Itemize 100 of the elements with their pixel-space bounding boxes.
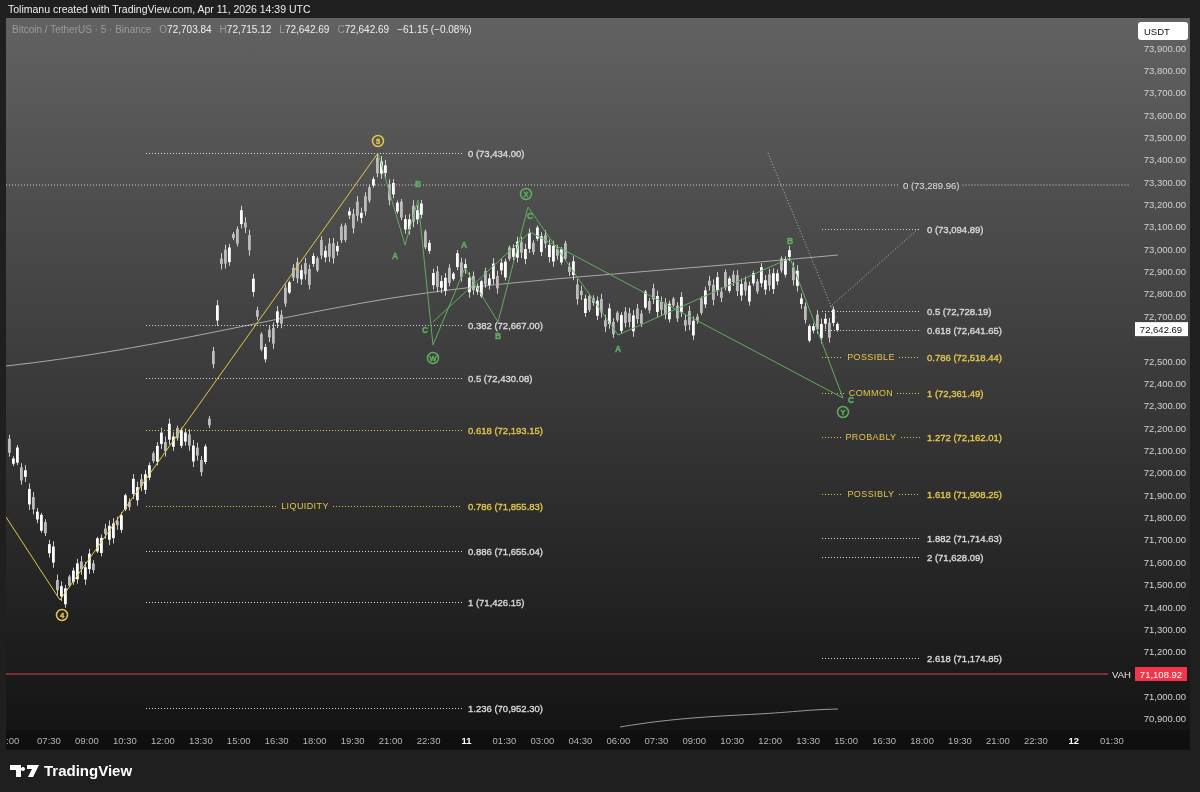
fib-level-label: 0.382 (72,667.00) <box>468 319 543 331</box>
fib-level-line <box>821 494 844 495</box>
price-tick: 71,500.00 <box>1143 579 1186 591</box>
time-label: 11 <box>461 734 472 746</box>
time-label: 09:00 <box>75 734 99 746</box>
last-price-tag: 72,642.69 <box>1135 322 1188 337</box>
fib-level-label: 1.882 (71,714.63) <box>927 532 1002 544</box>
fib-level-label: 0.786 (71,855.83) <box>468 500 543 512</box>
price-tick: 72,100.00 <box>1143 445 1186 456</box>
time-label: 01:30 <box>492 734 517 746</box>
fib-level-line <box>898 357 921 358</box>
attribution-text: Tolimanu created with TradingView.com, Apr 11, 2026 14:39 UTC <box>7 2 312 17</box>
vah-price-tag: 71,108.92 <box>1135 667 1187 681</box>
time-label: 21:00 <box>986 734 1010 746</box>
price-tick: 73,800.00 <box>1143 64 1186 76</box>
ohlc-key: O <box>159 23 168 37</box>
price-tick: 73,000.00 <box>1143 243 1186 255</box>
time-label: 10:30 <box>113 734 137 746</box>
time-label: 01:30 <box>1099 734 1124 746</box>
vah-label: VAH <box>1112 668 1131 680</box>
price-tick: 73,700.00 <box>1143 87 1186 99</box>
price-tick: 72,900.00 <box>1143 266 1186 278</box>
price-tick: 71,200.00 <box>1143 646 1186 658</box>
time-label: 09:00 <box>682 734 707 746</box>
price-tick: 71,600.00 <box>1143 556 1186 568</box>
time-label: 12 <box>1068 734 1080 746</box>
ohlc-value: 72,703.84 <box>167 23 212 37</box>
wave-label: A <box>391 251 399 261</box>
price-tick: 72,700.00 <box>1143 310 1186 322</box>
price-tick: 72,300.00 <box>1143 400 1186 412</box>
time-label: 18:00 <box>302 734 327 746</box>
ohlc-key: C <box>337 23 345 37</box>
fib-level-label: 1.618 (71,908.25) <box>927 488 1002 500</box>
price-tick: 70,900.00 <box>1143 713 1186 725</box>
fib-level-label: 0 (73,434.00) <box>468 147 525 159</box>
price-tick: 71,000.00 <box>1143 690 1186 702</box>
time-label: 04:30 <box>568 734 593 746</box>
time-label: 19:30 <box>340 734 365 746</box>
level-tag: POSSIBLY <box>847 489 895 499</box>
time-label: 22:30 <box>416 734 441 746</box>
fib-level-line <box>898 494 921 495</box>
time-label: 06:00 <box>606 734 631 746</box>
time-label: 10:30 <box>720 734 745 746</box>
fib-level-line <box>821 393 846 394</box>
logo-icon <box>10 764 40 778</box>
change-value: −61.15 (−0.08%) <box>397 23 472 37</box>
level-tag: PROBABLY <box>845 432 897 442</box>
fib-level-label: 0.5 (72,728.19) <box>927 305 992 317</box>
price-tick: 71,300.00 <box>1143 623 1186 635</box>
price-tick: 72,400.00 <box>1143 377 1186 389</box>
fib-level-label: 0.618 (72,193.15) <box>468 424 543 436</box>
ohlc-value: 72,715.12 <box>226 23 272 37</box>
wave-label: B <box>494 331 502 341</box>
fib-level-label: 2 (71,628.09) <box>927 551 984 563</box>
price-tick: 73,500.00 <box>1143 131 1186 143</box>
price-level-label: 0 (73,289.96) <box>903 179 960 191</box>
fib-level-label: 1.272 (72,162.01) <box>927 431 1002 443</box>
wave-label: C <box>526 211 534 221</box>
price-tick: 73,400.00 <box>1143 154 1186 166</box>
brand-name: TradingView <box>44 760 133 781</box>
fib-level-label: 0.618 (72,641.65) <box>927 324 1002 336</box>
time-label: 03:00 <box>530 734 555 746</box>
currency-badge: USDT <box>1138 22 1188 40</box>
ohlc-key: L <box>279 23 285 37</box>
wave-label: B <box>414 179 422 189</box>
fib-level-label: 0 (73,094.89) <box>927 223 984 235</box>
fib-level-label: 2.618 (71,174.85) <box>927 652 1002 664</box>
wave-label: B <box>786 236 794 246</box>
time-label: 07:30 <box>644 734 669 746</box>
price-tick: 72,800.00 <box>1143 288 1186 300</box>
price-tick: 71,900.00 <box>1143 489 1186 501</box>
fib-level-line <box>821 437 842 438</box>
price-tick: 71,700.00 <box>1143 534 1186 546</box>
time-label: 12:00 <box>758 734 783 746</box>
time-label: 07:30 <box>37 734 61 746</box>
wave-label: C <box>847 395 855 405</box>
price-tick: 73,900.00 <box>1143 42 1186 54</box>
level-tag: POSSIBLE <box>847 352 895 362</box>
time-label: 22:30 <box>1024 734 1048 746</box>
fib-level-line <box>896 393 921 394</box>
time-label: 16:30 <box>872 734 896 746</box>
wave-label: A <box>614 344 622 354</box>
time-label: 15:00 <box>834 734 858 746</box>
ohlc-value: 72,642.69 <box>284 23 330 37</box>
price-tick: 72,000.00 <box>1143 467 1186 479</box>
time-label: 16:30 <box>264 734 289 746</box>
time-label: 18:00 <box>910 734 934 746</box>
ohlc-key: H <box>219 23 227 37</box>
time-label: :00 <box>6 734 20 746</box>
time-label: 21:00 <box>378 734 403 746</box>
time-label: 13:30 <box>796 734 821 746</box>
time-label: 12:00 <box>150 734 175 746</box>
fib-level-line <box>900 437 921 438</box>
price-tick: 73,600.00 <box>1143 109 1186 121</box>
price-tick: 71,400.00 <box>1143 601 1186 613</box>
fib-level-line <box>821 357 844 358</box>
time-label: 13:30 <box>188 734 213 746</box>
fib-level-label: 0.886 (71,655.04) <box>468 545 543 557</box>
price-tick: 73,200.00 <box>1143 199 1186 210</box>
fib-level-label: 0.5 (72,430.08) <box>468 372 533 384</box>
